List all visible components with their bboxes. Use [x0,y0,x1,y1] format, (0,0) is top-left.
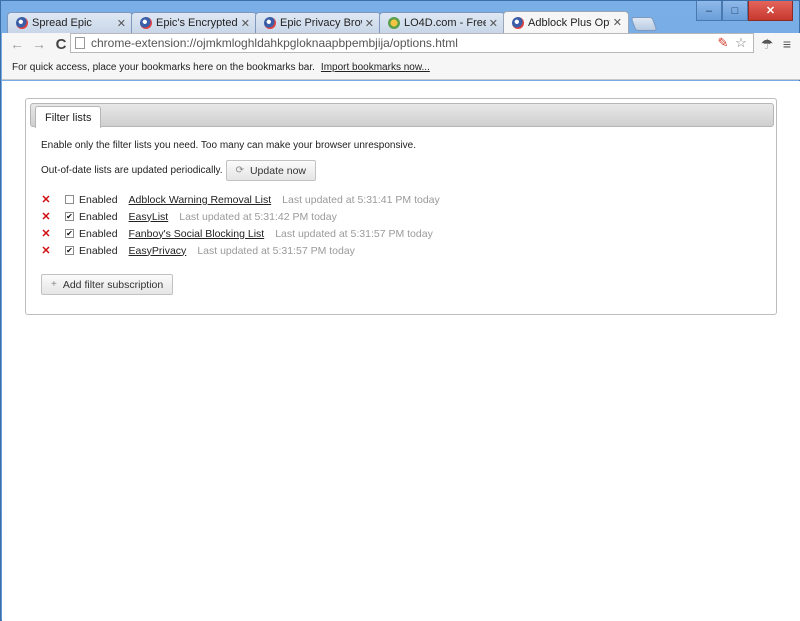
reload-button[interactable]: C [50,33,72,55]
tab-close-icon[interactable]: ✕ [613,16,622,29]
tab-epic-privacy-browser[interactable]: Epic Privacy Browser ✕ [255,12,381,33]
update-text: Out-of-date lists are updated periodical… [41,165,223,176]
filter-name-link[interactable]: EasyList [129,211,169,223]
bookmark-star-icon[interactable]: ☆ [733,35,749,51]
filter-name-link[interactable]: Adblock Warning Removal List [129,194,272,206]
enabled-checkbox[interactable]: ✔ [65,212,74,221]
tab-label: Epic Privacy Browser [280,17,362,29]
tab-label: Epic's Encrypted Proxy [156,17,238,29]
adblock-icon[interactable]: ✎ [715,35,731,51]
last-updated-text: Last updated at 5:31:42 PM today [179,210,337,223]
enabled-checkbox[interactable]: ✔ [65,229,74,238]
back-button[interactable]: ← [6,33,28,55]
tab-filter-lists[interactable]: Filter lists [35,106,102,128]
bookmarks-hint: For quick access, place your bookmarks h… [12,61,315,73]
remove-filter-icon[interactable]: ✕ [40,244,52,257]
maximize-button[interactable]: □ [722,1,748,21]
tab-label: Adblock Plus Options [528,16,610,29]
tab-spread-epic[interactable]: Spread Epic ✕ [7,12,133,33]
browser-toolbar: ← → C chrome-extension://ojmkmloghldahkp… [2,33,800,55]
enabled-label: Enabled [79,193,118,206]
enabled-label: Enabled [79,244,118,257]
update-row: Out-of-date lists are updated periodical… [41,160,317,181]
filter-list: ✕ Enabled Adblock Warning Removal List L… [40,191,740,259]
enabled-checkbox[interactable] [65,195,74,204]
last-updated-text: Last updated at 5:31:41 PM today [282,193,440,206]
url-text: chrome-extension://ojmkmloghldahkpglokna… [91,36,458,50]
browser-window: – □ ✕ Spread Epic ✕ Epic's Encrypted Pro… [0,0,800,621]
filter-row: ✕ ✔ Enabled EasyList Last updated at 5:3… [40,208,740,225]
close-window-button[interactable]: ✕ [748,1,793,21]
filter-row: ✕ Enabled Adblock Warning Removal List L… [40,191,740,208]
minimize-button[interactable]: – [696,1,722,21]
lo4d-favicon-icon [388,17,400,29]
forward-button[interactable]: → [28,33,50,55]
tab-close-icon[interactable]: ✕ [365,17,374,30]
epic-favicon-icon [16,17,28,29]
proxy-umbrella-icon[interactable]: ☂ [756,33,778,55]
page-icon [75,37,85,49]
filter-row: ✕ ✔ Enabled Fanboy's Social Blocking Lis… [40,225,740,242]
menu-icon[interactable]: ≡ [776,33,798,55]
remove-filter-icon[interactable]: ✕ [40,193,52,206]
options-tabbar: Filter lists [30,103,774,128]
tab-strip: Spread Epic ✕ Epic's Encrypted Proxy ✕ E… [7,11,658,33]
refresh-icon: ⟳ [235,165,244,176]
bookmarks-bar: For quick access, place your bookmarks h… [2,55,800,80]
update-now-label: Update now [249,164,307,177]
enabled-label: Enabled [79,210,118,223]
tab-label: Spread Epic [32,17,92,29]
tab-close-icon[interactable]: ✕ [117,17,126,30]
intro-text: Enable only the filter lists you need. T… [41,140,417,151]
tab-close-icon[interactable]: ✕ [489,17,498,30]
last-updated-text: Last updated at 5:31:57 PM today [275,227,433,240]
page-content: Filter lists Enable only the filter list… [2,81,800,621]
import-bookmarks-link[interactable]: Import bookmarks now... [321,62,430,73]
plus-icon: + [51,279,57,290]
address-bar[interactable]: chrome-extension://ojmkmloghldahkpglokna… [70,33,754,53]
filter-name-link[interactable]: Fanboy's Social Blocking List [129,228,265,240]
enabled-checkbox[interactable]: ✔ [65,246,74,255]
remove-filter-icon[interactable]: ✕ [40,210,52,223]
tab-epic-encrypted-proxy[interactable]: Epic's Encrypted Proxy ✕ [131,12,257,33]
tab-label: LO4D.com - Free Softw [404,17,486,29]
add-filter-label: Add filter subscription [62,278,164,291]
add-filter-subscription-button[interactable]: + Add filter subscription [41,274,174,295]
tab-adblock-plus-options[interactable]: Adblock Plus Options ✕ [503,11,629,33]
filter-name-link[interactable]: EasyPrivacy [129,245,187,257]
filter-row: ✕ ✔ Enabled EasyPrivacy Last updated at … [40,242,740,259]
tab-close-icon[interactable]: ✕ [241,17,250,30]
epic-favicon-icon [264,17,276,29]
epic-favicon-icon [512,16,524,29]
window-controls: – □ ✕ [696,1,793,21]
epic-favicon-icon [140,17,152,29]
enabled-label: Enabled [79,227,118,240]
tab-lo4d[interactable]: LO4D.com - Free Softw ✕ [379,12,505,33]
update-now-button[interactable]: ⟳ Update now [225,160,317,181]
remove-filter-icon[interactable]: ✕ [40,227,52,240]
filter-lists-panel: Filter lists Enable only the filter list… [25,98,777,315]
last-updated-text: Last updated at 5:31:57 PM today [197,244,355,257]
new-tab-button[interactable] [630,17,658,31]
